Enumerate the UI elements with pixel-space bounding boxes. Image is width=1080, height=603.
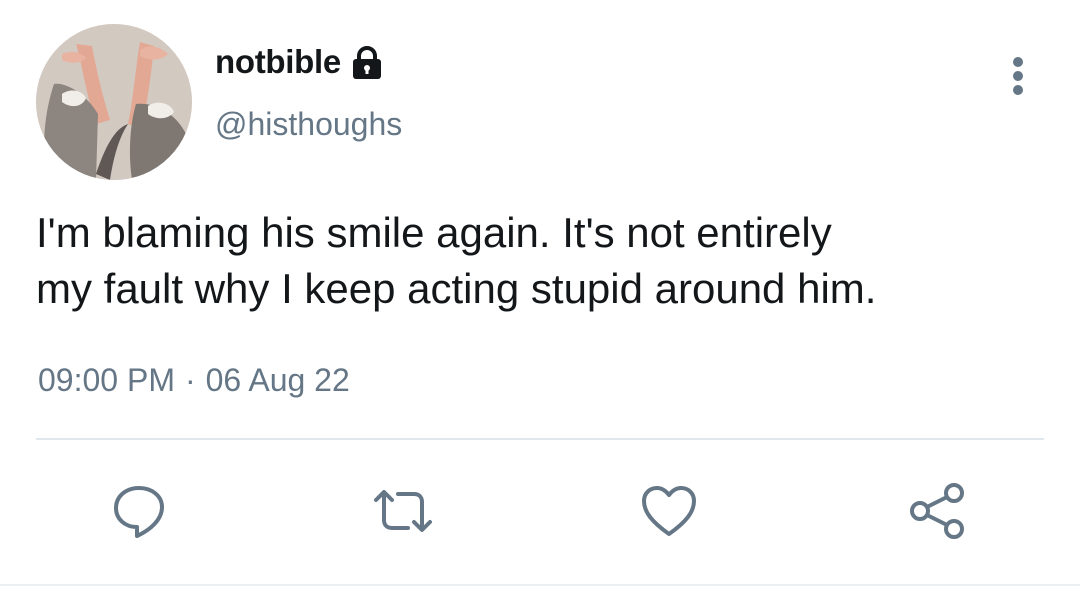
tweet-date: 06 Aug 22 — [205, 362, 350, 398]
retweet-button[interactable] — [370, 478, 436, 544]
meta-separator: · — [184, 362, 196, 398]
more-options-button[interactable] — [998, 52, 1038, 100]
share-nodes-icon — [910, 483, 964, 539]
lock-icon — [349, 46, 385, 80]
reply-button[interactable] — [106, 478, 172, 544]
like-button[interactable] — [636, 478, 702, 544]
avatar-photo-icon — [36, 24, 192, 180]
tweet-text: I'm blaming his smile again. It's not en… — [36, 209, 877, 312]
retweet-arrows-icon — [374, 490, 432, 532]
tweet-time: 09:00 PM — [38, 362, 175, 398]
display-name-row: notbible — [215, 40, 385, 84]
avatar[interactable] — [36, 24, 192, 180]
speech-bubble-icon — [114, 486, 164, 538]
more-vertical-icon — [1013, 57, 1023, 95]
divider — [36, 438, 1044, 440]
action-bar — [0, 478, 1080, 548]
tweet-timestamp[interactable]: 09:00 PM · 06 Aug 22 — [38, 362, 350, 399]
share-button[interactable] — [904, 478, 970, 544]
display-name[interactable]: notbible — [215, 43, 341, 81]
heart-icon — [642, 486, 696, 536]
user-handle[interactable]: @histhoughs — [215, 106, 402, 143]
tweet-card: notbible @histhoughs I'm blaming his smi… — [0, 0, 1080, 603]
bottom-divider — [0, 584, 1080, 586]
